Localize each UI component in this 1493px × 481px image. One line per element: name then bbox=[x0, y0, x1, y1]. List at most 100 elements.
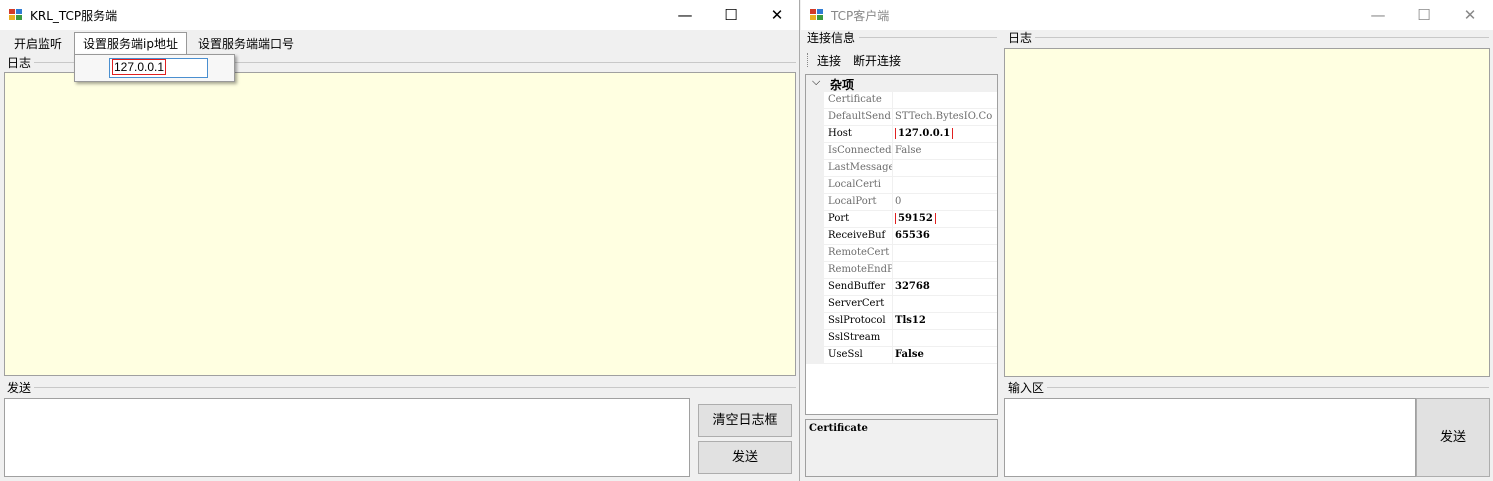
property-row-usessl[interactable]: UseSsl False bbox=[806, 347, 997, 364]
ip-address-input[interactable]: 127.0.0.1 bbox=[109, 58, 208, 78]
property-name: LastMessage bbox=[828, 162, 892, 173]
conn-info-label: 连接信息 bbox=[807, 31, 856, 45]
property-row-port[interactable]: Port 59152 bbox=[806, 211, 997, 228]
property-value[interactable]: 65536 bbox=[895, 230, 997, 241]
window-title: TCP客户端 bbox=[831, 9, 890, 23]
property-value[interactable]: STTech.BytesIO.Co bbox=[895, 111, 997, 122]
property-margin bbox=[806, 347, 824, 364]
property-margin bbox=[806, 245, 824, 262]
property-name: UseSsl bbox=[828, 349, 863, 360]
property-separator[interactable] bbox=[892, 228, 893, 245]
property-row-receivebuf[interactable]: ReceiveBuf 65536 bbox=[806, 228, 997, 245]
menu-set-port[interactable]: 设置服务端端口号 bbox=[190, 33, 302, 53]
property-row-localcerti[interactable]: LocalCerti bbox=[806, 177, 997, 194]
property-row-localport[interactable]: LocalPort 0 bbox=[806, 194, 997, 211]
connect-button[interactable]: 连接 bbox=[817, 52, 841, 69]
client-log-label: 日志 bbox=[1008, 31, 1033, 45]
property-name: LocalCerti bbox=[828, 179, 881, 190]
client-log-textbox[interactable] bbox=[1004, 48, 1490, 377]
maximize-icon[interactable]: ☐ bbox=[708, 0, 754, 30]
property-row-isconnected[interactable]: IsConnected False bbox=[806, 143, 997, 160]
close-icon[interactable]: ✕ bbox=[754, 0, 800, 30]
send-textbox[interactable] bbox=[4, 398, 690, 477]
property-name: ServerCert bbox=[828, 298, 885, 309]
clear-log-button[interactable]: 清空日志框 bbox=[698, 404, 792, 437]
input-group-line bbox=[1047, 387, 1489, 388]
log-textbox[interactable] bbox=[4, 72, 796, 376]
client-send-button[interactable]: 发送 bbox=[1416, 398, 1490, 477]
property-margin bbox=[806, 109, 824, 126]
property-value[interactable]: False bbox=[895, 145, 997, 156]
property-row-sendbuffer[interactable]: SendBuffer 32768 bbox=[806, 279, 997, 296]
property-row-remoteendp[interactable]: RemoteEndP bbox=[806, 262, 997, 279]
property-value[interactable]: 59152 bbox=[895, 213, 997, 224]
app-icon bbox=[810, 9, 823, 21]
property-row-sslstream[interactable]: SslStream bbox=[806, 330, 997, 347]
menu-start-listen[interactable]: 开启监听 bbox=[6, 33, 70, 53]
chevron-down-icon[interactable]: ⌵ bbox=[812, 75, 820, 89]
property-separator[interactable] bbox=[892, 245, 893, 262]
highlighted-value: 127.0.0.1 bbox=[895, 128, 954, 139]
toolbar-grip[interactable] bbox=[807, 53, 809, 67]
property-name: SslStream bbox=[828, 332, 881, 343]
property-margin bbox=[806, 211, 824, 228]
property-value[interactable]: Tls12 bbox=[895, 315, 997, 326]
client-log-group-line bbox=[1035, 37, 1489, 38]
property-separator[interactable] bbox=[892, 109, 893, 126]
property-separator[interactable] bbox=[892, 296, 893, 313]
property-margin bbox=[806, 160, 824, 177]
minimize-icon[interactable]: — bbox=[662, 0, 708, 30]
property-separator[interactable] bbox=[892, 143, 893, 160]
maximize-icon[interactable]: ☐ bbox=[1401, 0, 1447, 30]
property-row-remotecert[interactable]: RemoteCert bbox=[806, 245, 997, 262]
property-separator[interactable] bbox=[892, 313, 893, 330]
property-separator[interactable] bbox=[892, 177, 893, 194]
property-separator[interactable] bbox=[892, 330, 893, 347]
property-margin bbox=[806, 92, 824, 109]
property-separator[interactable] bbox=[892, 92, 893, 109]
property-margin bbox=[806, 126, 824, 143]
property-row-certificate[interactable]: Certificate bbox=[806, 92, 997, 109]
property-value[interactable]: 0 bbox=[895, 196, 997, 207]
property-separator[interactable] bbox=[892, 262, 893, 279]
property-margin bbox=[806, 228, 824, 245]
property-name: Port bbox=[828, 213, 850, 224]
property-name: RemoteEndP bbox=[828, 264, 892, 275]
disconnect-button[interactable]: 断开连接 bbox=[853, 52, 901, 69]
property-row-host[interactable]: Host 127.0.0.1 bbox=[806, 126, 997, 143]
property-value[interactable]: 127.0.0.1 bbox=[895, 128, 997, 139]
property-name: Certificate bbox=[828, 94, 882, 105]
close-icon[interactable]: ✕ bbox=[1447, 0, 1493, 30]
property-margin bbox=[806, 279, 824, 296]
title-bar: TCP客户端 — ☐ ✕ bbox=[801, 0, 1493, 30]
ip-dropdown: 127.0.0.1 bbox=[74, 54, 235, 82]
property-separator[interactable] bbox=[892, 126, 893, 143]
property-row-sslprotocol[interactable]: SslProtocol Tls12 bbox=[806, 313, 997, 330]
property-name: DefaultSend bbox=[828, 111, 891, 122]
property-separator[interactable] bbox=[892, 279, 893, 296]
property-value[interactable]: 32768 bbox=[895, 281, 997, 292]
property-name: Host bbox=[828, 128, 852, 139]
conn-info-group-line bbox=[859, 37, 997, 38]
property-name: IsConnected bbox=[828, 145, 892, 156]
property-value[interactable]: False bbox=[895, 349, 997, 360]
property-row-servercert[interactable]: ServerCert bbox=[806, 296, 997, 313]
app-icon bbox=[9, 9, 22, 21]
property-separator[interactable] bbox=[892, 211, 893, 228]
property-grid[interactable]: ⌵ 杂项 Certificate DefaultSend STTech.BytesI… bbox=[805, 74, 998, 415]
menu-set-ip[interactable]: 设置服务端ip地址 bbox=[74, 32, 187, 54]
property-row-lastmessage[interactable]: LastMessage bbox=[806, 160, 997, 177]
minimize-icon[interactable]: — bbox=[1355, 0, 1401, 30]
property-separator[interactable] bbox=[892, 347, 893, 364]
property-row-defaultsend[interactable]: DefaultSend STTech.BytesIO.Co bbox=[806, 109, 997, 126]
property-name: RemoteCert bbox=[828, 247, 890, 258]
highlighted-value: 59152 bbox=[895, 213, 936, 224]
title-bar: KRL_TCP服务端 — ☐ ✕ bbox=[0, 0, 799, 30]
client-input-textbox[interactable] bbox=[1004, 398, 1416, 477]
property-separator[interactable] bbox=[892, 160, 893, 177]
send-button[interactable]: 发送 bbox=[698, 441, 792, 474]
property-separator[interactable] bbox=[892, 194, 893, 211]
property-name: SslProtocol bbox=[828, 315, 886, 326]
client-window: TCP客户端 — ☐ ✕ 连接信息 连接 断开连接 ⌵ 杂项 Certifica… bbox=[801, 0, 1493, 481]
category-row[interactable]: ⌵ 杂项 bbox=[806, 75, 997, 92]
